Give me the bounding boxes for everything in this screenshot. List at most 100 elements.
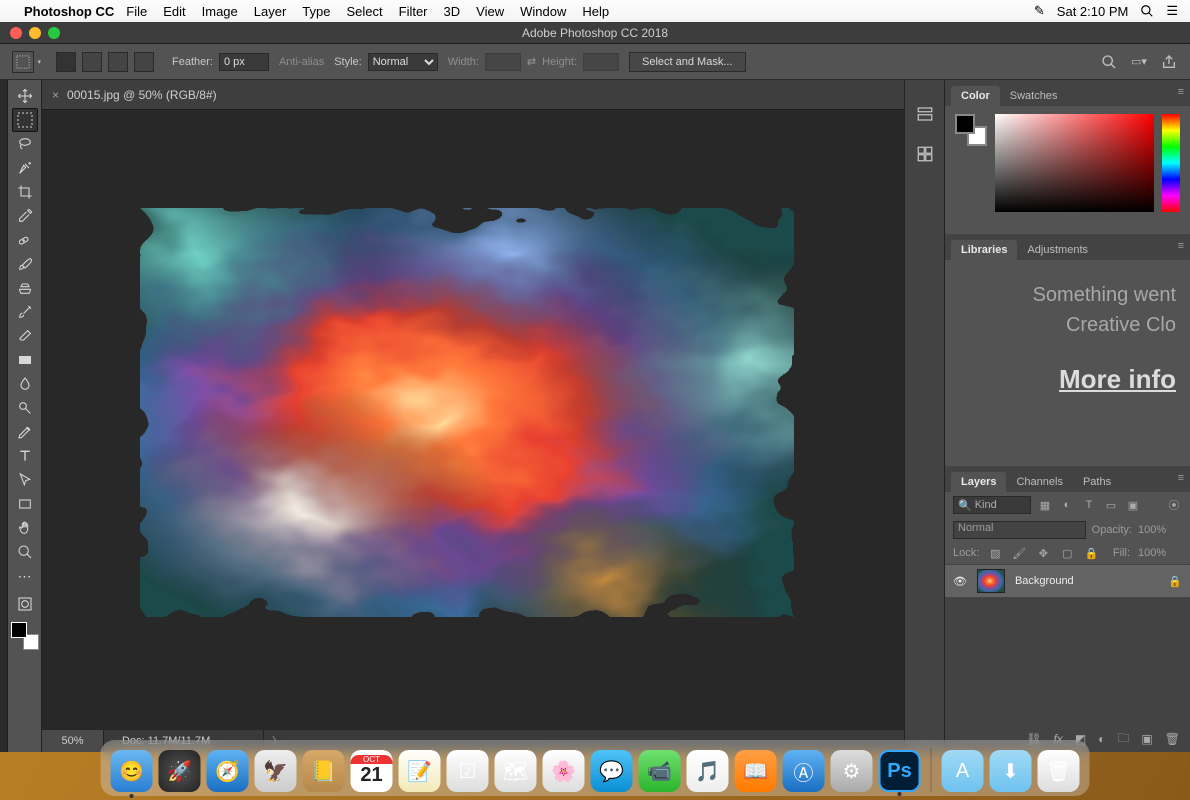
close-tab-icon[interactable]: × <box>52 88 59 102</box>
menu-help[interactable]: Help <box>582 4 609 19</box>
filter-smart-icon[interactable]: ▣ <box>1125 497 1141 513</box>
menu-view[interactable]: View <box>476 4 504 19</box>
history-panel-icon[interactable] <box>913 102 937 126</box>
history-brush-tool-icon[interactable] <box>12 300 38 324</box>
dock-finder[interactable]: 😊 <box>111 750 153 792</box>
dodge-tool-icon[interactable] <box>12 396 38 420</box>
type-tool-icon[interactable] <box>12 444 38 468</box>
brush-tool-icon[interactable] <box>12 252 38 276</box>
adjustment-layer-icon[interactable]: ◐ <box>1098 732 1105 746</box>
lock-pixels-icon[interactable]: 🖌 <box>1011 545 1027 561</box>
menubar-clock[interactable]: Sat 2:10 PM <box>1057 4 1129 19</box>
pen-tool-icon[interactable] <box>12 420 38 444</box>
feather-input[interactable] <box>219 53 269 71</box>
lock-artboard-icon[interactable]: ▢ <box>1059 545 1075 561</box>
menubar-list-icon[interactable]: ☰ <box>1166 3 1178 19</box>
workspace-switcher-icon[interactable]: ▭▾ <box>1130 53 1148 71</box>
layer-visibility-icon[interactable]: 👁 <box>953 575 967 588</box>
menu-window[interactable]: Window <box>520 4 566 19</box>
layer-filter-kind[interactable]: 🔍Kind <box>953 496 1031 514</box>
lasso-tool-icon[interactable] <box>12 132 38 156</box>
dock-mail[interactable]: 🦅 <box>255 750 297 792</box>
menu-select[interactable]: Select <box>346 4 382 19</box>
selection-add-icon[interactable] <box>82 52 102 72</box>
dock-calendar[interactable]: OCT21 <box>351 750 393 792</box>
share-icon[interactable] <box>1160 53 1178 71</box>
layer-row-background[interactable]: 👁 Background 🔒 <box>945 564 1190 598</box>
menu-edit[interactable]: Edit <box>163 4 185 19</box>
clone-stamp-tool-icon[interactable] <box>12 276 38 300</box>
selection-new-icon[interactable] <box>56 52 76 72</box>
filter-toggle-icon[interactable]: ⦿ <box>1166 497 1182 513</box>
hand-tool-icon[interactable] <box>12 516 38 540</box>
filter-type-icon[interactable]: T <box>1081 497 1097 513</box>
zoom-tool-icon[interactable] <box>12 540 38 564</box>
dock-maps[interactable]: 🗺 <box>495 750 537 792</box>
dock-messages[interactable]: 💬 <box>591 750 633 792</box>
tab-libraries[interactable]: Libraries <box>951 240 1017 260</box>
dock-itunes[interactable]: 🎵 <box>687 750 729 792</box>
dock-safari[interactable]: 🧭 <box>207 750 249 792</box>
fill-value[interactable]: 100% <box>1138 547 1182 559</box>
dock-photos[interactable]: 🌸 <box>543 750 585 792</box>
tab-paths[interactable]: Paths <box>1073 472 1121 492</box>
app-menu[interactable]: Photoshop CC <box>24 4 114 19</box>
zoom-level[interactable]: 50% <box>42 730 104 752</box>
dock-launchpad[interactable]: 🚀 <box>159 750 201 792</box>
crop-tool-icon[interactable] <box>12 180 38 204</box>
dock-folder-1[interactable]: A <box>942 750 984 792</box>
hue-slider[interactable] <box>1162 114 1180 212</box>
opacity-value[interactable]: 100% <box>1138 524 1182 536</box>
spot-healing-tool-icon[interactable] <box>12 228 38 252</box>
eraser-tool-icon[interactable] <box>12 324 38 348</box>
menu-3d[interactable]: 3D <box>444 4 461 19</box>
selection-intersect-icon[interactable] <box>134 52 154 72</box>
tab-layers[interactable]: Layers <box>951 472 1006 492</box>
select-and-mask-button[interactable]: Select and Mask... <box>629 52 746 72</box>
dock-ibooks[interactable]: 📖 <box>735 750 777 792</box>
dock-notes[interactable]: 📝 <box>399 750 441 792</box>
layer-group-icon[interactable]: 🗀 <box>1117 729 1129 750</box>
document-tab[interactable]: × 00015.jpg @ 50% (RGB/8#) <box>52 88 217 102</box>
spotlight-icon[interactable] <box>1140 4 1154 18</box>
quick-mask-icon[interactable] <box>12 592 38 616</box>
rectangle-tool-icon[interactable] <box>12 492 38 516</box>
menu-layer[interactable]: Layer <box>254 4 287 19</box>
libraries-more-info-link[interactable]: More info <box>959 360 1176 399</box>
color-swatches[interactable] <box>955 114 987 226</box>
tool-preset-picker[interactable] <box>12 51 34 73</box>
traffic-close[interactable] <box>10 27 22 39</box>
dock-preferences[interactable]: ⚙ <box>831 750 873 792</box>
color-panel-menu-icon[interactable]: ≡ <box>1178 86 1184 98</box>
dock-folder-2[interactable]: ⬇ <box>990 750 1032 792</box>
dock-photoshop[interactable]: Ps <box>879 750 921 792</box>
filter-pixel-icon[interactable]: ▦ <box>1037 497 1053 513</box>
rectangular-marquee-tool-icon[interactable] <box>12 108 38 132</box>
traffic-maximize[interactable] <box>48 27 60 39</box>
foreground-color-swatch[interactable] <box>11 622 27 638</box>
search-icon[interactable] <box>1100 53 1118 71</box>
lock-position-icon[interactable]: ✥ <box>1035 545 1051 561</box>
delete-layer-icon[interactable]: 🗑 <box>1165 732 1180 746</box>
move-tool-icon[interactable] <box>12 84 38 108</box>
properties-panel-icon[interactable] <box>913 142 937 166</box>
style-select[interactable]: Normal <box>368 53 438 71</box>
blur-tool-icon[interactable] <box>12 372 38 396</box>
tab-adjustments[interactable]: Adjustments <box>1017 240 1098 260</box>
dock-appstore[interactable]: Ⓐ <box>783 750 825 792</box>
menu-filter[interactable]: Filter <box>399 4 428 19</box>
lock-all-icon[interactable]: 🔒 <box>1083 545 1099 561</box>
traffic-minimize[interactable] <box>29 27 41 39</box>
menu-image[interactable]: Image <box>202 4 238 19</box>
tab-color[interactable]: Color <box>951 86 1000 106</box>
edit-toolbar-icon[interactable]: ⋯ <box>12 564 38 588</box>
new-layer-icon[interactable]: ▣ <box>1141 732 1152 746</box>
eyedropper-tool-icon[interactable] <box>12 204 38 228</box>
filter-adjustment-icon[interactable]: ◐ <box>1059 497 1075 513</box>
tab-channels[interactable]: Channels <box>1006 472 1072 492</box>
menu-type[interactable]: Type <box>302 4 330 19</box>
tab-swatches[interactable]: Swatches <box>1000 86 1068 106</box>
selection-subtract-icon[interactable] <box>108 52 128 72</box>
color-field[interactable] <box>995 114 1154 212</box>
libraries-panel-menu-icon[interactable]: ≡ <box>1178 240 1184 252</box>
